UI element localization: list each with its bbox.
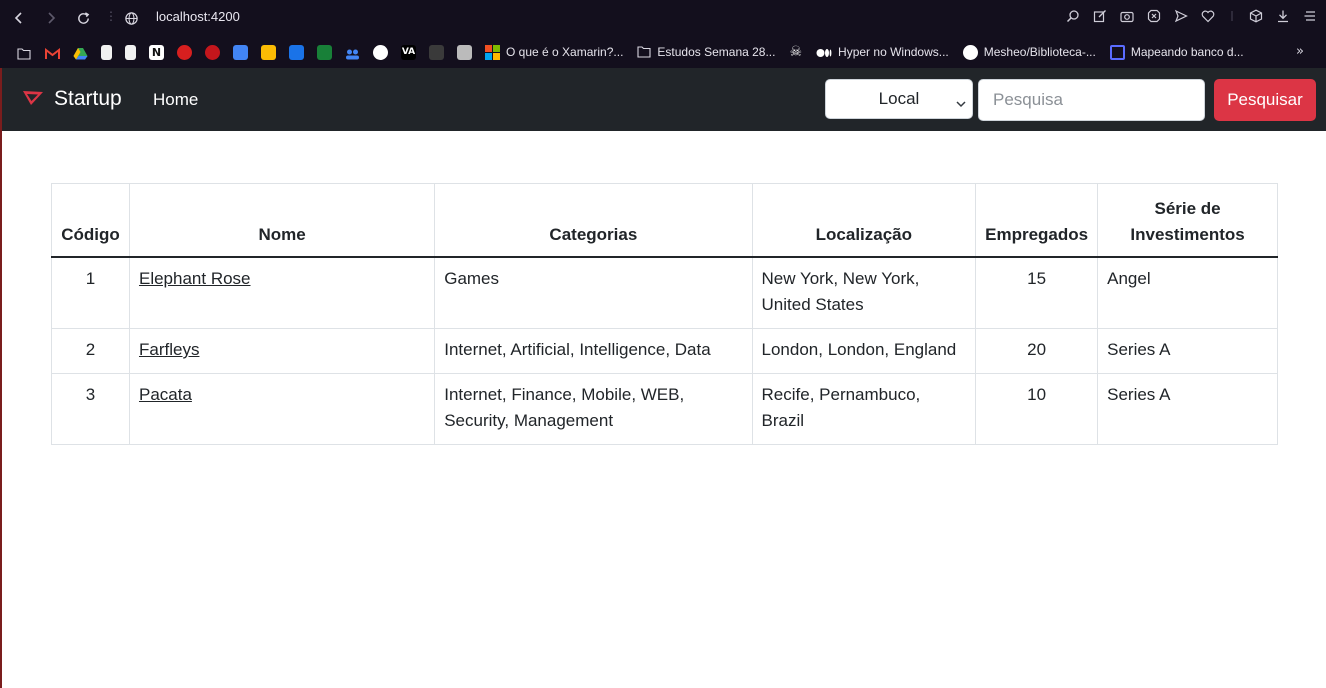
browser-extensions: [1065, 8, 1318, 24]
gmail-icon[interactable]: [45, 45, 60, 60]
skull-icon: ☠: [789, 44, 803, 60]
keep-icon[interactable]: [261, 44, 276, 60]
cell-codigo: 1: [51, 256, 130, 329]
startup-link[interactable]: Elephant Rose: [139, 269, 251, 288]
cell-empregados: 10: [975, 373, 1099, 445]
table-row: 3 Pacata Internet, Finance, Mobile, WEB,…: [51, 373, 1278, 445]
bookmark-label: Estudos Semana 28...: [657, 45, 776, 59]
logo-icon: [22, 88, 44, 110]
cell-nome: Pacata: [128, 373, 436, 445]
chevron-double-right-icon[interactable]: »: [1296, 44, 1304, 59]
trash-icon[interactable]: [429, 44, 444, 60]
film-icon[interactable]: [457, 44, 472, 60]
cell-localizacao: New York, New York, United States: [751, 256, 977, 329]
bookmarks-bar: N VA O que é o Xamarin?... Estudos Seman…: [0, 36, 1326, 68]
cell-localizacao: Recife, Pernambuco, Brazil: [751, 373, 977, 445]
notion-icon[interactable]: N: [149, 44, 164, 60]
drive-icon[interactable]: [73, 45, 88, 60]
header-empregados: Empregados: [975, 183, 1099, 258]
cell-empregados: 15: [975, 256, 1099, 329]
site-info-icon[interactable]: [120, 7, 142, 29]
cube-icon[interactable]: [1248, 8, 1264, 24]
search-input[interactable]: [978, 79, 1205, 121]
reload-icon[interactable]: [72, 7, 94, 29]
bookmark-xamarin[interactable]: O que é o Xamarin?...: [485, 44, 624, 60]
bookmark-skull[interactable]: ☠: [789, 44, 802, 60]
separator-icon: [1227, 8, 1237, 24]
header-categorias: Categorias: [434, 183, 753, 258]
github-icon: [962, 44, 978, 60]
bookmark-mesheo[interactable]: Mesheo/Biblioteca-...: [962, 44, 1096, 60]
app-navbar: Startup Home Local Pesquisar: [0, 68, 1326, 131]
cell-codigo: 2: [51, 328, 130, 374]
camera-icon[interactable]: [1119, 8, 1135, 24]
cell-categorias: Games: [434, 256, 753, 329]
forward-icon[interactable]: [40, 7, 62, 29]
app-icon[interactable]: [177, 44, 192, 60]
cell-serie: Angel: [1097, 256, 1278, 329]
classroom-icon[interactable]: [317, 44, 332, 60]
bookmark-label: O que é o Xamarin?...: [506, 45, 624, 59]
bookmark-label: Hyper no Windows...: [838, 45, 949, 59]
folder-icon: [637, 43, 651, 62]
microsoft-icon: [485, 44, 500, 60]
va-icon[interactable]: VA: [401, 44, 416, 60]
cell-serie: Series A: [1097, 373, 1278, 445]
zoom-icon[interactable]: [1065, 8, 1081, 24]
cell-nome: Farfleys: [128, 328, 436, 374]
contacts-icon[interactable]: [345, 45, 360, 60]
cell-nome: Elephant Rose: [128, 256, 436, 329]
page-icon[interactable]: [125, 44, 136, 60]
startup-link[interactable]: Farfleys: [139, 340, 199, 359]
select-value: Local: [878, 89, 920, 108]
window-border: [0, 131, 2, 688]
page-icon: [1109, 44, 1125, 60]
table-row: 2 Farfleys Internet, Artificial, Intelli…: [51, 328, 1278, 374]
edit-icon[interactable]: [1092, 8, 1108, 24]
github-icon[interactable]: [373, 44, 388, 60]
table-header-row: Código Nome Categorias Localização Empre…: [51, 183, 1278, 258]
menu-icon[interactable]: [1302, 8, 1318, 24]
header-serie: Série de Investimentos: [1097, 183, 1278, 258]
cell-categorias: Internet, Finance, Mobile, WEB, Security…: [434, 373, 753, 445]
location-select[interactable]: Local: [825, 79, 973, 119]
bookmark-label: Mesheo/Biblioteca-...: [983, 45, 1096, 59]
cell-serie: Series A: [1097, 328, 1278, 374]
header-nome: Nome: [128, 183, 436, 258]
bookmark-label: Mapeando banco d...: [1130, 45, 1244, 59]
cell-localizacao: London, London, England: [751, 328, 977, 374]
nav-link-home[interactable]: Home: [153, 90, 198, 110]
ublock-icon[interactable]: [205, 44, 220, 60]
download-icon[interactable]: [1275, 8, 1291, 24]
table-row: 1 Elephant Rose Games New York, New York…: [51, 256, 1278, 329]
send-icon[interactable]: [1173, 8, 1189, 24]
block-icon[interactable]: [1146, 8, 1162, 24]
heart-icon[interactable]: [1200, 8, 1216, 24]
bookmark-mapeando[interactable]: Mapeando banco d...: [1109, 44, 1244, 60]
toolbar-separator: ⋮: [105, 9, 117, 23]
calendar-icon[interactable]: [289, 44, 304, 60]
folder-icon[interactable]: [17, 45, 32, 60]
header-codigo: Código: [51, 183, 130, 258]
address-bar[interactable]: localhost:4200: [156, 9, 240, 24]
startup-link[interactable]: Pacata: [139, 385, 192, 404]
brand-name: Startup: [54, 87, 122, 110]
chevron-down-icon: [956, 93, 966, 113]
medium-icon: [816, 43, 832, 62]
translate-icon[interactable]: [233, 44, 248, 60]
page-icon[interactable]: [101, 44, 112, 60]
back-icon[interactable]: [8, 7, 30, 29]
cell-codigo: 3: [51, 373, 130, 445]
bookmark-hyper[interactable]: Hyper no Windows...: [816, 43, 949, 62]
header-localizacao: Localização: [751, 183, 977, 258]
startups-table: Código Nome Categorias Localização Empre…: [51, 183, 1278, 445]
browser-toolbar: ⋮ localhost:4200: [0, 0, 1326, 36]
cell-empregados: 20: [975, 328, 1099, 374]
search-button[interactable]: Pesquisar: [1214, 79, 1316, 121]
bookmark-estudos[interactable]: Estudos Semana 28...: [637, 43, 775, 62]
cell-categorias: Internet, Artificial, Intelligence, Data: [434, 328, 753, 374]
brand[interactable]: Startup: [22, 87, 122, 111]
